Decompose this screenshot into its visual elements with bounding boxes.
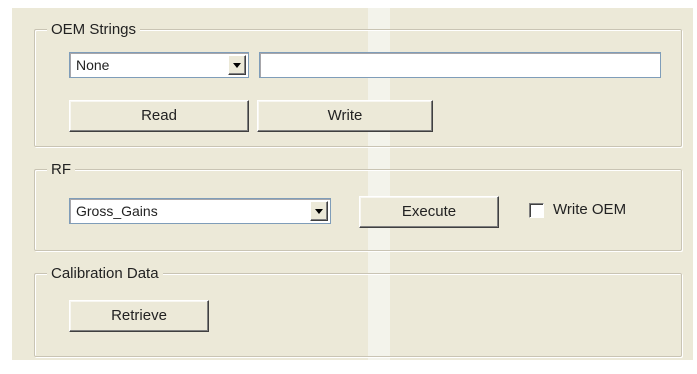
write-oem-checkbox[interactable]: Write OEM [529,201,649,221]
retrieve-button[interactable]: Retrieve [69,300,209,332]
execute-button[interactable]: Execute [359,196,499,228]
oem-strings-group: OEM Strings None Read Write [34,21,682,147]
calibration-data-title: Calibration Data [47,265,163,283]
write-oem-checkbox-box[interactable] [529,203,544,218]
write-button[interactable]: Write [257,100,433,132]
dialog-panel: OEM Strings None Read Write RF Gross_Gai… [12,8,693,360]
rf-operation-selector[interactable]: Gross_Gains [69,198,331,224]
rf-operation-selector-value: Gross_Gains [76,203,158,219]
chevron-down-icon[interactable] [228,55,246,75]
oem-string-selector[interactable]: None [69,52,249,78]
calibration-data-group: Calibration Data Retrieve [34,265,682,357]
rf-title: RF [47,161,75,179]
chevron-down-icon[interactable] [310,201,328,221]
oem-string-text-field[interactable] [259,52,661,78]
read-button[interactable]: Read [69,100,249,132]
oem-strings-title: OEM Strings [47,21,141,39]
rf-group: RF Gross_Gains Execute Write OEM [34,161,682,251]
oem-string-selector-value: None [76,57,110,73]
write-oem-label[interactable]: Write OEM [553,201,626,218]
